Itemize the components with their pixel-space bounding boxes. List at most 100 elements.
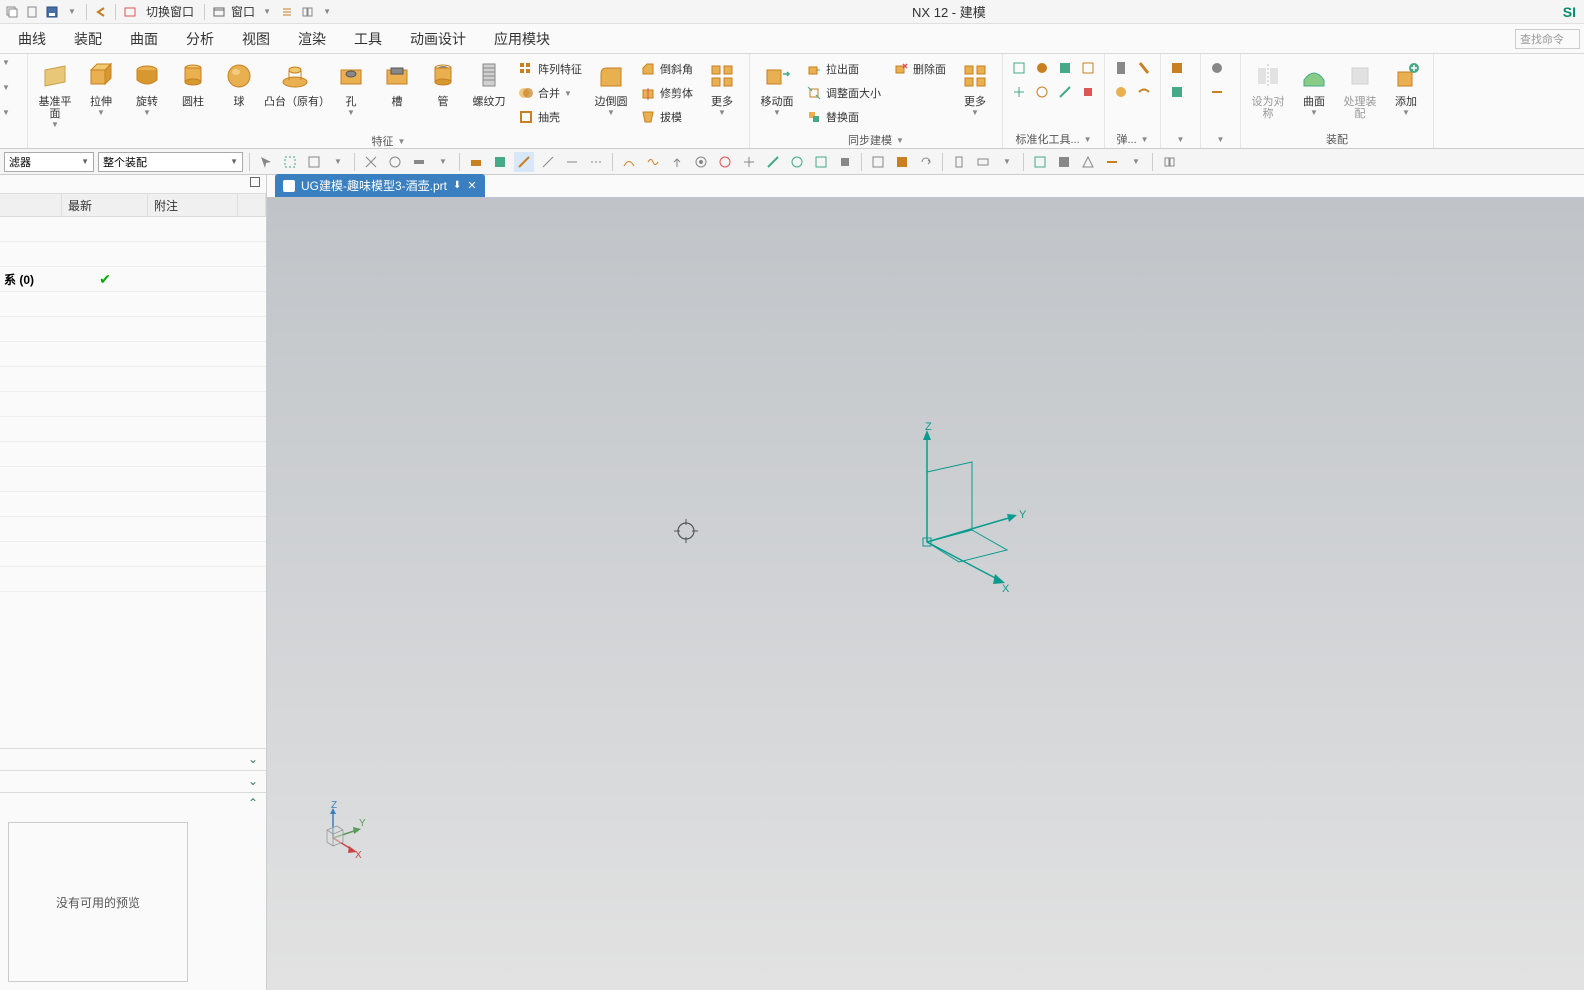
sel-icon-6[interactable] <box>409 152 429 172</box>
sel-icon-7[interactable] <box>466 152 486 172</box>
side-col-notes[interactable]: 附注 <box>148 194 238 216</box>
sel-icon-19[interactable] <box>763 152 783 172</box>
misc-icon-2[interactable] <box>1167 82 1187 102</box>
save-icon[interactable] <box>44 4 60 20</box>
collapse-down-1[interactable]: ⌄ <box>248 752 258 767</box>
pull-face-button[interactable]: 拉出面 <box>802 58 885 80</box>
spring-icon-3[interactable] <box>1111 82 1131 102</box>
side-row[interactable] <box>0 567 266 592</box>
menu-tools[interactable]: 工具 <box>340 25 396 53</box>
sel-icon-8[interactable] <box>490 152 510 172</box>
side-col-1[interactable] <box>0 194 62 216</box>
spring-icon-1[interactable] <box>1111 58 1131 78</box>
ribbon-lead-dd1[interactable]: ▼ <box>2 58 10 67</box>
window-icon[interactable] <box>211 4 227 20</box>
window-button[interactable]: 窗口 <box>231 3 255 20</box>
std-icon-3[interactable] <box>1055 58 1075 78</box>
sel-icon-27[interactable] <box>973 152 993 172</box>
sel-icon-4[interactable] <box>361 152 381 172</box>
sel-icon-2[interactable] <box>280 152 300 172</box>
cut-window-icon[interactable] <box>122 4 138 20</box>
sel-icon-16[interactable] <box>691 152 711 172</box>
menu-application[interactable]: 应用模块 <box>480 25 564 53</box>
sel-icon-3b[interactable]: ▼ <box>328 152 348 172</box>
set-symmetric-button[interactable]: 设为对称 <box>1247 58 1289 120</box>
sel-icon-14[interactable] <box>643 152 663 172</box>
file-tab[interactable]: UG建模-趣味模型3-酒壶.prt ⬇ ✕ <box>275 174 485 197</box>
std-icon-7[interactable] <box>1055 82 1075 102</box>
side-row[interactable] <box>0 517 266 542</box>
sel-icon-9[interactable] <box>514 152 534 172</box>
revolve-button[interactable]: 旋转▼ <box>126 58 168 117</box>
side-row[interactable] <box>0 317 266 342</box>
side-row[interactable] <box>0 367 266 392</box>
side-row-system[interactable]: 系 (0) ✔ <box>0 267 266 292</box>
ribbon-lead-dd3[interactable]: ▼ <box>2 108 10 117</box>
3d-viewport[interactable]: Z Y X Z <box>267 197 1584 990</box>
sel-icon-22[interactable] <box>835 152 855 172</box>
menu-assembly[interactable]: 装配 <box>60 25 116 53</box>
std-icon-2[interactable] <box>1032 58 1052 78</box>
window-dropdown[interactable]: ▼ <box>259 4 275 20</box>
sel-icon-25[interactable] <box>916 152 936 172</box>
delete-face-button[interactable]: 删除面 <box>889 58 950 80</box>
datum-plane-button[interactable]: 基准平面▼ <box>34 58 76 129</box>
spring-icon-2[interactable] <box>1134 58 1154 78</box>
sel-icon-31b[interactable]: ▼ <box>1126 152 1146 172</box>
sel-icon-5[interactable] <box>385 152 405 172</box>
boss-button[interactable]: 凸台（原有） <box>264 58 326 108</box>
search-command-input[interactable]: 查找命令 <box>1515 29 1580 49</box>
sel-icon-18[interactable] <box>739 152 759 172</box>
side-row[interactable] <box>0 467 266 492</box>
sel-icon-32[interactable] <box>1159 152 1179 172</box>
std-icon-4[interactable] <box>1078 58 1098 78</box>
sel-icon-21[interactable] <box>811 152 831 172</box>
shell-button[interactable]: 抽壳 <box>514 106 586 128</box>
panel-icon[interactable] <box>299 4 315 20</box>
side-col-latest[interactable]: 最新 <box>62 194 148 216</box>
sphere-button[interactable]: 球 <box>218 58 260 108</box>
side-row[interactable] <box>0 292 266 317</box>
list-icon[interactable] <box>279 4 295 20</box>
sel-icon-31[interactable] <box>1102 152 1122 172</box>
collapse-up[interactable]: ⌃ <box>248 796 258 811</box>
datum-csys[interactable]: Z Y X <box>887 422 1027 602</box>
side-row[interactable] <box>0 342 266 367</box>
side-row[interactable] <box>0 217 266 242</box>
sel-icon-28[interactable] <box>1030 152 1050 172</box>
add-button[interactable]: 添加▼ <box>1385 58 1427 117</box>
side-row[interactable] <box>0 417 266 442</box>
side-row[interactable] <box>0 442 266 467</box>
misc-icon-3[interactable] <box>1207 58 1227 78</box>
file-tab-pin[interactable]: ⬇ <box>453 180 461 191</box>
move-face-button[interactable]: 移动面▼ <box>756 58 798 117</box>
sel-icon-23[interactable] <box>868 152 888 172</box>
undo-icon[interactable] <box>93 4 109 20</box>
trim-button[interactable]: 修剪体 <box>636 82 697 104</box>
combine-button[interactable]: 合并 ▼ <box>514 82 586 104</box>
menu-render[interactable]: 渲染 <box>284 25 340 53</box>
switch-window-button[interactable]: 切换窗口 <box>142 3 198 20</box>
sel-icon-26[interactable] <box>949 152 969 172</box>
sel-icon-1[interactable] <box>256 152 276 172</box>
sel-icon-29[interactable] <box>1054 152 1074 172</box>
sel-icon-27b[interactable]: ▼ <box>997 152 1017 172</box>
save-dropdown[interactable]: ▼ <box>64 4 80 20</box>
side-row[interactable] <box>0 242 266 267</box>
sel-icon-3[interactable] <box>304 152 324 172</box>
hole-button[interactable]: 孔▼ <box>330 58 372 117</box>
side-row[interactable] <box>0 542 266 567</box>
ribbon-lead-dd2[interactable]: ▼ <box>2 83 10 92</box>
draft-button[interactable]: 拔模 <box>636 106 697 128</box>
sel-icon-17[interactable] <box>715 152 735 172</box>
spring-icon-4[interactable] <box>1134 82 1154 102</box>
more-sync-button[interactable]: 更多▼ <box>954 58 996 117</box>
thread-button[interactable]: 螺纹刀 <box>468 58 510 108</box>
sel-icon-20[interactable] <box>787 152 807 172</box>
panel-dropdown[interactable]: ▼ <box>319 4 335 20</box>
std-icon-6[interactable] <box>1032 82 1052 102</box>
sel-icon-13[interactable] <box>619 152 639 172</box>
tube-button[interactable]: 管 <box>422 58 464 108</box>
curved-surface-button[interactable]: 曲面▼ <box>1293 58 1335 117</box>
sel-icon-10[interactable] <box>538 152 558 172</box>
